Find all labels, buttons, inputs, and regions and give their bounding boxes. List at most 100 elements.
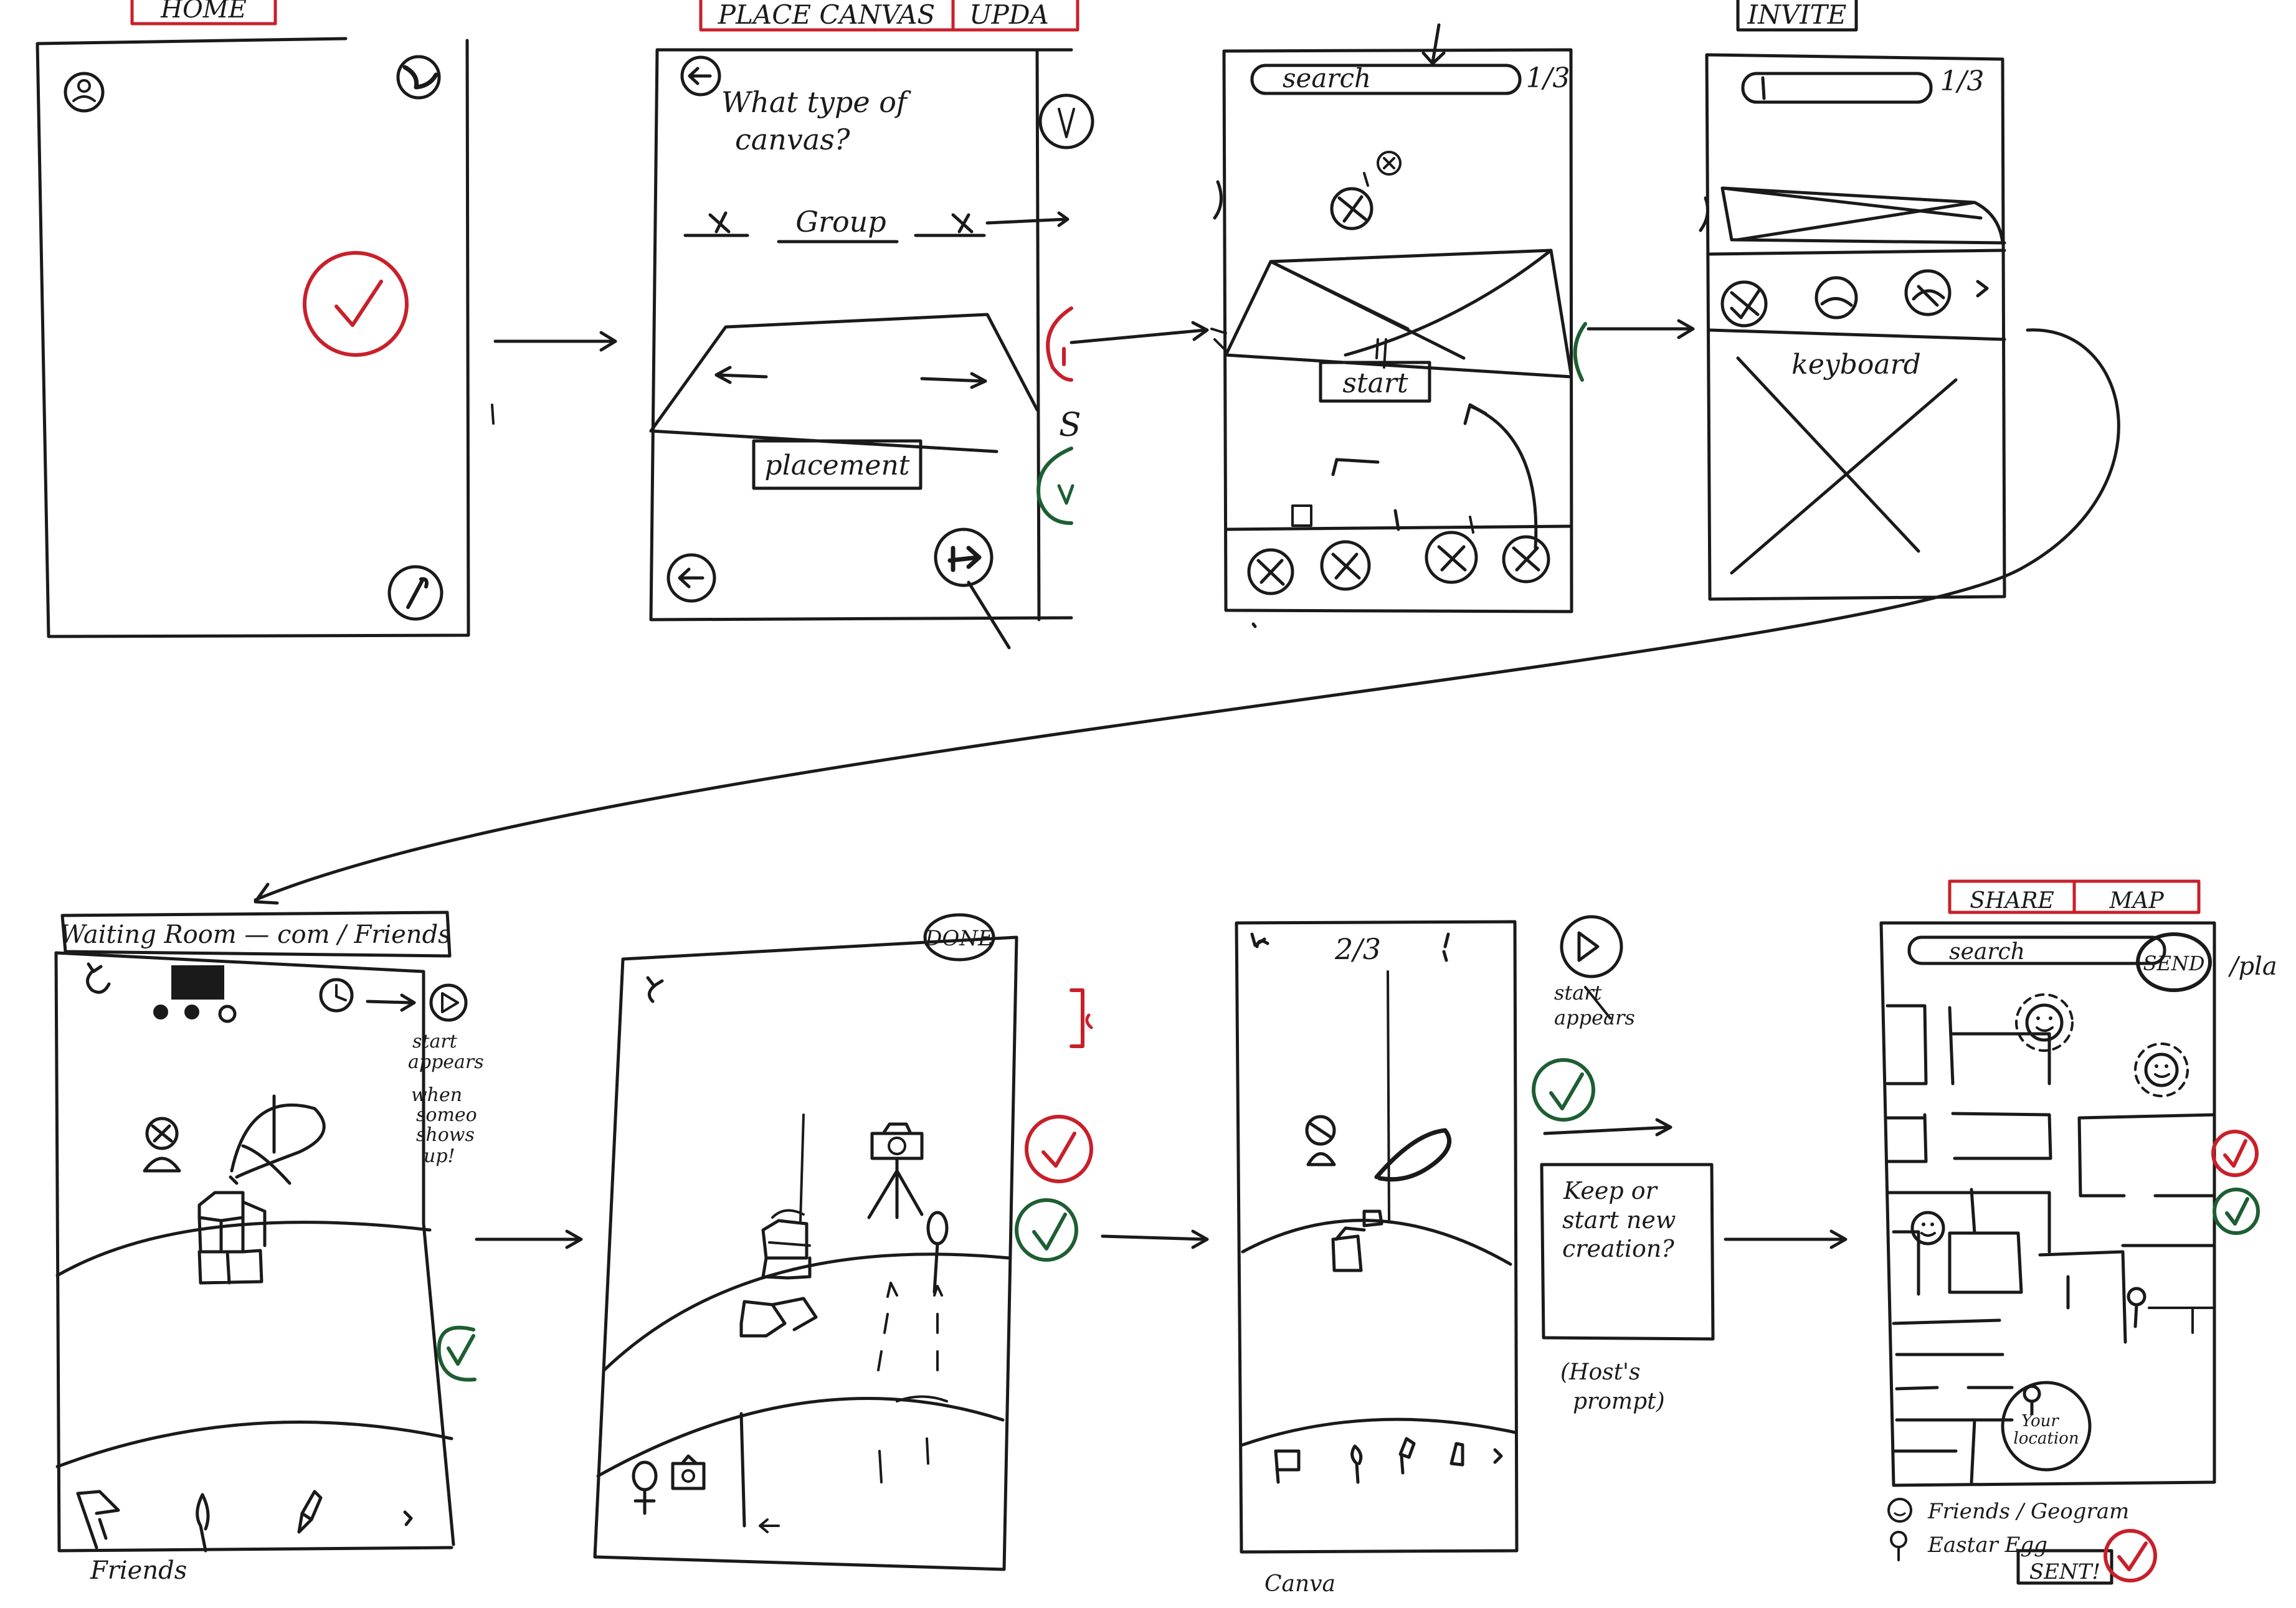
chevron-right-icon[interactable] (1493, 1448, 1503, 1464)
participant-dots (153, 1005, 237, 1023)
storyboard-canvas: HOME PLACE CANVAS UPDA What type of canv… (0, 0, 2296, 1608)
brush-tool-icon[interactable] (196, 1493, 210, 1553)
canvas-question-line2: canvas? (735, 123, 850, 156)
profile-icon[interactable] (64, 72, 105, 113)
forward-arrow-icon[interactable] (934, 527, 1011, 650)
pin-tool-icon[interactable] (1350, 1444, 1363, 1484)
marker-tool-icon[interactable] (1449, 1442, 1464, 1467)
waiting-note-line: when (411, 1084, 462, 1106)
legend-friends: Friends / Geogram (1927, 1499, 2129, 1524)
flag-icon[interactable] (76, 1490, 120, 1549)
invite-friend-icon[interactable] (1502, 535, 1550, 584)
keyboard-area[interactable] (1730, 356, 1958, 575)
legend-easter-egg: Eastar Egg (1927, 1533, 2047, 1558)
flag-icon[interactable] (1274, 1449, 1301, 1484)
screen-share-map: SHARE MAP search SEND /pla Your location… (1879, 879, 2277, 1585)
waiting-note-line: someo (416, 1104, 477, 1126)
keyboard-label: keyboard (1791, 349, 1921, 381)
host-prompt-line: creation? (1562, 1235, 1674, 1262)
brush-icon[interactable] (387, 565, 444, 621)
pencil-tool-icon[interactable] (297, 1490, 323, 1534)
camera-icon (870, 1122, 924, 1160)
check-icon (1046, 306, 1073, 382)
flow-arrow (254, 328, 2120, 905)
clock-icon[interactable] (319, 978, 354, 1013)
screen-done: DONE (593, 913, 1093, 1571)
host-prompt-line: Keep or (1563, 1177, 1659, 1204)
camera-tool-icon[interactable] (671, 1454, 706, 1490)
play-icon[interactable] (429, 983, 468, 1022)
invite-friend-icon[interactable] (1815, 276, 1858, 319)
search-label: search (1283, 63, 1371, 93)
check-icon (1015, 1198, 1078, 1262)
flow-arrow (491, 331, 617, 425)
chevron-right-icon[interactable] (403, 1510, 413, 1526)
placement-label: placement (765, 450, 910, 481)
flow-arrow (1724, 1229, 1848, 1249)
host-prompt-line: start new (1562, 1206, 1676, 1234)
back-arrow-icon[interactable] (86, 962, 111, 994)
send-label: SEND (2143, 952, 2205, 975)
check-icon (2213, 1188, 2260, 1235)
globe-icon[interactable] (396, 55, 441, 100)
screen-home: HOME (36, 0, 470, 638)
flow-arrow (1101, 1229, 1209, 1249)
storyboard-sketch: HOME PLACE CANVAS UPDA What type of canv… (36, 0, 2277, 1597)
share-side-text: /pla (2227, 952, 2277, 981)
pencil-tool-icon[interactable] (1398, 1437, 1416, 1475)
canvas-type-option-right[interactable] (914, 211, 1070, 237)
invite-friend-icon[interactable] (1320, 540, 1371, 591)
zoom-arrows-icon[interactable] (1442, 932, 1450, 962)
waiting-note-line: appears (408, 1051, 484, 1073)
waiting-note-line: shows (416, 1124, 475, 1146)
invite-friend-icon[interactable] (1904, 269, 1952, 316)
done-label: DONE (924, 926, 994, 951)
balloon-drawing (229, 1094, 326, 1185)
canvas-type-option-left[interactable] (683, 211, 749, 237)
invite-search-input[interactable] (1741, 72, 1933, 104)
back-arrow-icon[interactable] (646, 976, 664, 1003)
invite-friend-icon[interactable] (1247, 548, 1294, 595)
tripod-icon (867, 1156, 924, 1219)
avatar-figure (1305, 1115, 1336, 1166)
back-arrow-icon[interactable] (1250, 932, 1269, 948)
compass-icon[interactable] (1038, 93, 1094, 149)
smiley-icon (1887, 1498, 1912, 1523)
pin-icon (926, 1211, 949, 1294)
search-page-indicator: 1/3 (1526, 62, 1570, 94)
back-arrow-icon[interactable] (667, 553, 716, 603)
invite-page-indicator: 1/3 (1940, 65, 1985, 97)
waiting-note-line: start (412, 1031, 458, 1052)
play-icon (1560, 915, 1623, 978)
check-icon (1025, 1115, 1093, 1183)
back-arrow-icon[interactable] (680, 55, 721, 97)
check-icon (303, 251, 409, 357)
microphone-tool-icon[interactable] (632, 1460, 658, 1515)
canvas-preview-plane (1210, 248, 1573, 379)
screen-waiting-room: Waiting Room — com / Friends start appea… (54, 910, 484, 1585)
smiley-icon (2015, 993, 2074, 1052)
keep-note-line: appears (1554, 1006, 1635, 1029)
screen-search: search 1/3 start (1210, 23, 1587, 628)
chevron-right-icon[interactable] (1976, 280, 1989, 298)
share-search-input[interactable] (1907, 935, 2166, 965)
host-avatar-redacted (171, 965, 224, 1000)
invite-friend-icon[interactable] (1720, 280, 1768, 328)
waiting-room-header: Waiting Room — com / Friends (60, 920, 450, 949)
canvas-type-option-group[interactable]: Group (795, 205, 886, 239)
side-letter: S (1059, 407, 1081, 444)
keep-footer: Canva (1264, 1571, 1335, 1597)
your-location-marker: Your location (2001, 1381, 2092, 1472)
start-label: start (1342, 367, 1408, 399)
share-header: SHARE (1970, 888, 2054, 914)
flow-arrow (475, 1229, 583, 1249)
invite-header: INVITE (1747, 0, 1847, 30)
screen-place-canvas: PLACE CANVAS UPDA What type of canvas? G… (649, 0, 1094, 650)
screen-invite: INVITE 1/3 keyboard (1699, 0, 2006, 601)
host-note-line: (Host's (1560, 1360, 1640, 1385)
pin-icon (2127, 1287, 2147, 1328)
host-note-line: prompt) (1573, 1389, 1665, 1414)
invite-phone-frame (1705, 53, 2006, 601)
sent-label: SENT! (2029, 1559, 2100, 1584)
share-search-label: search (1949, 939, 2025, 965)
